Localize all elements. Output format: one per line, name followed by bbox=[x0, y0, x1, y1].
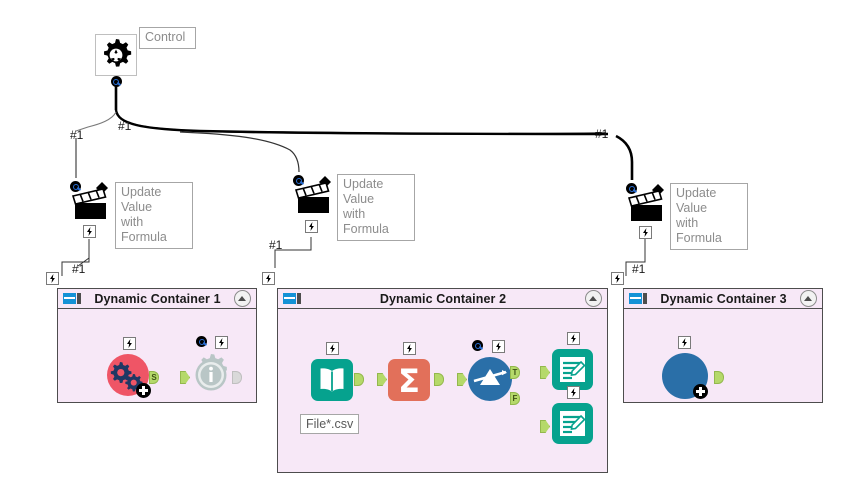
update-node-1-bolt-badge[interactable] bbox=[83, 225, 96, 238]
dynamic-container-2[interactable]: Dynamic Container 2 File*.csv Σ T F bbox=[277, 288, 608, 473]
gear-icon bbox=[104, 39, 132, 67]
write-icon bbox=[560, 411, 586, 436]
filter-out-port-true[interactable]: T bbox=[510, 366, 520, 379]
bolt-icon bbox=[407, 344, 412, 353]
bolt-icon bbox=[330, 344, 335, 353]
container-icon bbox=[629, 293, 647, 304]
sigma-icon: Σ bbox=[398, 362, 420, 400]
update-node-3-label: Update Value with Formula bbox=[670, 183, 748, 250]
update-node-2-bolt-badge[interactable] bbox=[305, 220, 318, 233]
connector-label-mid: #1 bbox=[118, 119, 132, 133]
connector-label-to-c1: #1 bbox=[72, 262, 86, 276]
container-3-body bbox=[624, 309, 822, 404]
container-3-header[interactable]: Dynamic Container 3 bbox=[624, 289, 822, 309]
input-data-bolt-badge[interactable] bbox=[326, 342, 339, 355]
container-2-body: File*.csv Σ T F bbox=[278, 309, 607, 474]
container-icon bbox=[63, 293, 81, 304]
filter-query-badge[interactable] bbox=[472, 340, 483, 351]
summarize-out-port[interactable] bbox=[434, 373, 444, 386]
bolt-icon bbox=[496, 342, 501, 351]
info-gear-icon bbox=[195, 354, 227, 391]
clapperboard-icon bbox=[627, 184, 664, 221]
write-icon bbox=[560, 357, 586, 382]
summarize-in-port[interactable] bbox=[377, 373, 387, 386]
connector-branch-right bbox=[615, 134, 634, 180]
update-node-2-label: Update Value with Formula bbox=[337, 174, 415, 241]
macro-bolt-badge[interactable] bbox=[678, 336, 691, 349]
output-true-in-port[interactable] bbox=[540, 366, 550, 379]
bolt-icon bbox=[309, 222, 314, 231]
info-gear-bolt-badge[interactable] bbox=[215, 336, 228, 349]
bolt-icon bbox=[127, 339, 132, 348]
output-false-in-port[interactable] bbox=[540, 420, 550, 433]
info-gear-out-port[interactable] bbox=[232, 371, 242, 384]
container-icon bbox=[283, 293, 301, 304]
filter-icon bbox=[473, 369, 507, 385]
bolt-icon bbox=[50, 274, 55, 283]
container-2-collapse-button[interactable] bbox=[585, 290, 602, 307]
container-1-header[interactable]: Dynamic Container 1 bbox=[58, 289, 256, 309]
connector-branch-mid bbox=[179, 131, 300, 173]
filter-bolt-badge[interactable] bbox=[492, 340, 505, 353]
container-3-title: Dynamic Container 3 bbox=[660, 291, 787, 306]
connector-label-right: #1 bbox=[595, 127, 609, 141]
update-node-1-label: Update Value with Formula bbox=[115, 182, 193, 249]
input-data-file-label: File*.csv bbox=[300, 414, 360, 434]
plus-badge bbox=[136, 383, 151, 398]
container-1-input-bolt[interactable] bbox=[46, 272, 59, 285]
book-icon bbox=[320, 368, 344, 392]
svg-text:Σ: Σ bbox=[398, 362, 420, 400]
dynamic-container-3[interactable]: Dynamic Container 3 bbox=[623, 288, 823, 403]
clapperboard-icon bbox=[71, 182, 108, 219]
control-node[interactable] bbox=[95, 34, 137, 76]
dynamic-container-1[interactable]: Dynamic Container 1 S bbox=[57, 288, 257, 403]
plus-badge bbox=[693, 384, 708, 399]
batch-macro-out-port[interactable]: S bbox=[149, 371, 159, 384]
filter-in-port[interactable] bbox=[457, 373, 467, 386]
container-2-input-bolt[interactable] bbox=[262, 272, 275, 285]
container-1-body: S bbox=[58, 309, 256, 404]
summarize-bolt-badge[interactable] bbox=[403, 342, 416, 355]
batch-macro-bolt-badge[interactable] bbox=[123, 337, 136, 350]
output-false-bolt-badge[interactable] bbox=[567, 386, 580, 399]
workflow-canvas[interactable]: Control #1 #1 #1 Update Value with Formu… bbox=[0, 0, 851, 504]
container-3-collapse-button[interactable] bbox=[800, 290, 817, 307]
update-node-3-bolt-badge[interactable] bbox=[639, 226, 652, 239]
info-gear-query-badge[interactable] bbox=[196, 336, 207, 347]
bolt-icon bbox=[682, 338, 687, 347]
container-1-collapse-button[interactable] bbox=[234, 290, 251, 307]
connector-to-right bbox=[114, 109, 609, 136]
bolt-icon bbox=[266, 274, 271, 283]
container-3-input-bolt[interactable] bbox=[611, 272, 624, 285]
connector-label-to-c3: #1 bbox=[632, 262, 646, 276]
output-true-bolt-badge[interactable] bbox=[567, 332, 580, 345]
input-data-out-port[interactable] bbox=[354, 373, 364, 386]
clapperboard-icon bbox=[294, 176, 331, 213]
macro-out-port[interactable] bbox=[714, 371, 724, 384]
bolt-icon bbox=[87, 227, 92, 236]
filter-out-port-false[interactable]: F bbox=[510, 392, 520, 405]
container-2-title: Dynamic Container 2 bbox=[379, 291, 507, 306]
bolt-icon bbox=[219, 338, 224, 347]
container-1-title: Dynamic Container 1 bbox=[94, 291, 221, 306]
connector-label-left: #1 bbox=[70, 128, 84, 142]
connector-to-right-2 bbox=[115, 111, 607, 135]
connector-label-to-c2: #1 bbox=[269, 238, 283, 252]
bolt-icon bbox=[571, 334, 576, 343]
control-output-query-badge[interactable] bbox=[110, 76, 122, 87]
bolt-icon bbox=[643, 228, 648, 237]
container-2-header[interactable]: Dynamic Container 2 bbox=[278, 289, 607, 309]
control-label: Control bbox=[139, 27, 196, 49]
bolt-icon bbox=[615, 274, 620, 283]
bolt-icon bbox=[571, 388, 576, 397]
